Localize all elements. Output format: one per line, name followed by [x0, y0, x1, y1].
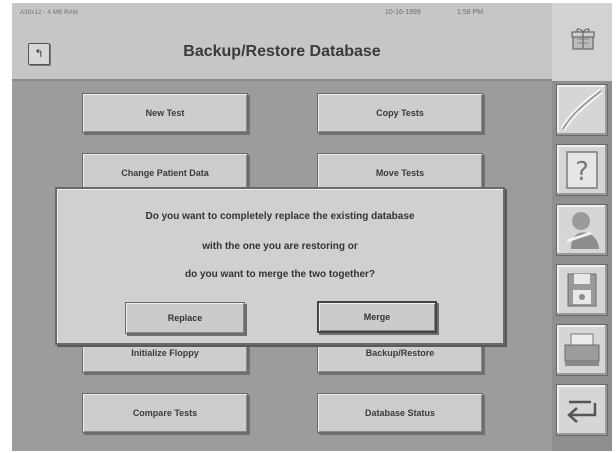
merge-replace-dialog: Do you want to completely replace the ex… [55, 187, 505, 345]
graph-tool-button[interactable] [556, 84, 608, 136]
database-status-button[interactable]: Database Status [317, 393, 483, 433]
device-status: A30x12 - 4 MB RAM [20, 10, 79, 16]
dialog-message-line-2: with the one you are restoring or [202, 241, 358, 252]
floppy-tool-button[interactable] [556, 264, 608, 316]
dialog-message-line-3: do you want to merge the two together? [185, 269, 375, 280]
curve-icon [560, 88, 603, 131]
header: A30x12 - 4 MB RAM 10-16-1999 1:58 PM ↰ B… [12, 3, 552, 81]
status-date: 10-16-1999 [385, 9, 421, 16]
patient-icon [566, 212, 599, 249]
app-screen: A30x12 - 4 MB RAM 10-16-1999 1:58 PM ↰ B… [12, 3, 612, 451]
page-title: Backup/Restore Database [183, 43, 381, 60]
gift-icon [571, 28, 595, 50]
printer-icon [564, 333, 600, 366]
dialog-message-line-1: Do you want to completely replace the ex… [145, 211, 415, 222]
status-time: 1:58 PM [457, 9, 484, 16]
copy-tests-button[interactable]: Copy Tests [317, 93, 483, 133]
merge-button[interactable]: Merge [317, 301, 437, 333]
new-test-button[interactable]: New Test [82, 93, 248, 133]
compare-tests-button[interactable]: Compare Tests [82, 393, 248, 433]
print-tool-button[interactable] [556, 324, 608, 376]
svg-text:?: ? [575, 157, 589, 187]
help-tool-button[interactable]: ? [556, 144, 608, 196]
settings-area[interactable] [552, 3, 612, 81]
return-icon [567, 400, 597, 423]
right-toolbar: ? [552, 81, 612, 451]
return-tool-button[interactable] [556, 384, 608, 436]
patient-tool-button[interactable] [556, 204, 608, 256]
replace-button[interactable]: Replace [125, 302, 245, 334]
help-icon: ? [566, 151, 598, 189]
floppy-disk-icon [567, 273, 597, 307]
